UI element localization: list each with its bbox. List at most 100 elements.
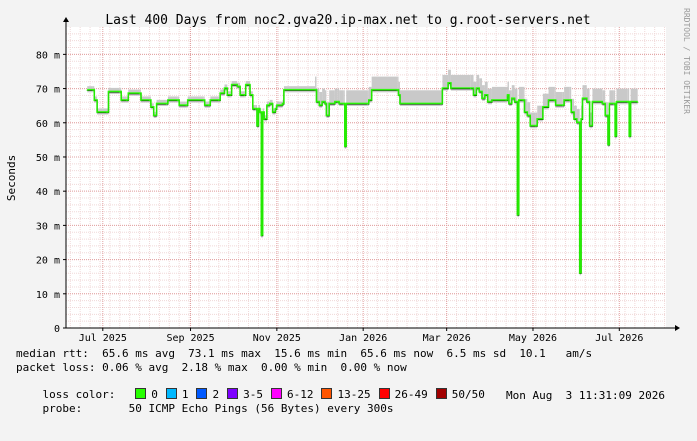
- median-rtt-point: [93, 99, 95, 102]
- median-rtt-point: [450, 87, 452, 90]
- median-rtt-point: [579, 272, 581, 274]
- median-rtt-point: [637, 101, 639, 103]
- median-rtt-point: [230, 84, 233, 86]
- median-rtt-point: [249, 94, 251, 97]
- median-rtt-point: [321, 101, 323, 103]
- median-rtt-point: [243, 94, 245, 97]
- y-tick-label: 70 m: [36, 85, 60, 96]
- median-rtt-point: [315, 101, 318, 103]
- median-rtt-point: [487, 101, 489, 103]
- median-rtt-point: [630, 101, 632, 103]
- median-rtt-point: [591, 101, 594, 103]
- median-rtt-point: [506, 94, 509, 97]
- median-rtt-point: [86, 89, 88, 91]
- x-tick-label: Jan 2026: [339, 333, 387, 344]
- median-rtt-point: [314, 89, 316, 91]
- y-tick-label: 20 m: [36, 256, 60, 267]
- x-axis-arrow: [675, 325, 680, 331]
- median-rtt-point: [325, 115, 327, 117]
- median-rtt-point: [178, 105, 180, 107]
- median-rtt-point: [219, 93, 221, 95]
- median-rtt-point: [202, 99, 204, 102]
- median-rtt-point: [484, 94, 486, 97]
- median-rtt-point: [187, 99, 189, 102]
- median-rtt-point: [523, 111, 526, 114]
- y-tick-label: 50 m: [36, 153, 60, 164]
- y-axis-arrow: [63, 17, 69, 22]
- probe-line: probe: 50 ICMP Echo Pings (56 Bytes) eve…: [16, 389, 681, 415]
- median-rtt-point: [569, 99, 571, 102]
- median-rtt-point: [276, 105, 278, 107]
- median-rtt-point: [155, 103, 158, 105]
- median-rtt-point: [260, 235, 262, 237]
- median-rtt-point: [138, 93, 141, 95]
- chart-title: Last 400 Days from noc2.gva20.ip-max.net…: [105, 13, 590, 28]
- y-tick-label: 80 m: [36, 50, 60, 61]
- median-rtt-point: [555, 105, 557, 107]
- median-rtt-point: [324, 103, 326, 105]
- median-rtt-point: [581, 98, 584, 100]
- median-rtt-point: [371, 89, 373, 91]
- median-rtt-point: [604, 115, 606, 117]
- median-rtt-point: [516, 214, 519, 216]
- median-rtt-point: [601, 103, 603, 105]
- median-rtt-point: [107, 91, 110, 93]
- y-tick-label: 10 m: [36, 290, 60, 301]
- median-rtt-point: [257, 108, 260, 110]
- median-rtt-point: [613, 103, 615, 105]
- median-rtt-point: [536, 118, 538, 120]
- median-rtt-point: [518, 99, 520, 102]
- median-rtt-point: [570, 111, 572, 114]
- median-rtt-point: [470, 87, 472, 90]
- median-rtt-point: [229, 94, 231, 97]
- median-rtt-point: [563, 99, 565, 102]
- median-rtt-point: [256, 125, 258, 127]
- y-tick-label: 60 m: [36, 119, 60, 130]
- loss-stats-line: packet loss: 0.06 % avg 2.18 % max 0.00 …: [16, 361, 407, 374]
- median-rtt-point: [399, 103, 401, 105]
- median-rtt-point: [615, 101, 618, 103]
- y-tick-label: 30 m: [36, 221, 60, 232]
- median-rtt-point: [252, 108, 254, 110]
- median-rtt-point: [580, 118, 582, 120]
- median-rtt-point: [153, 115, 155, 117]
- median-rtt-point: [226, 94, 228, 97]
- smokeping-graph: 0 10 m 20 m 30 m 40 m 50 m 60 m 70 m 80 m Jul 202…: [0, 0, 697, 415]
- median-rtt-point: [440, 103, 442, 105]
- median-rtt-point: [255, 108, 257, 110]
- median-rtt-point: [262, 111, 264, 114]
- median-rtt-point: [614, 135, 616, 138]
- median-rtt-point: [397, 94, 400, 97]
- median-rtt-point: [441, 87, 444, 90]
- rrdtool-credit: RRDTOOL / TOBI OETIKER: [682, 8, 691, 114]
- median-rtt-point: [607, 144, 609, 146]
- median-rtt-point: [223, 87, 226, 90]
- loss-color-legend: loss color: 0 1 2 3-5 6-12 13-25 26-49 50/50: [16, 375, 493, 401]
- median-rtt-point: [92, 89, 94, 91]
- x-tick-label: Jul 2026: [595, 333, 643, 344]
- median-rtt-point: [529, 125, 531, 127]
- median-rtt-point: [126, 99, 128, 102]
- x-tick-label: Nov 2025: [253, 333, 301, 344]
- median-rtt-point: [266, 105, 268, 107]
- median-rtt-point: [140, 99, 142, 102]
- y-axis-label: Seconds: [5, 155, 18, 201]
- median-rtt-point: [204, 105, 206, 107]
- median-rtt-point: [338, 103, 340, 105]
- median-rtt-point: [628, 135, 630, 138]
- median-rtt-point: [588, 125, 591, 127]
- median-rtt-point: [475, 87, 477, 90]
- median-rtt-point: [535, 125, 537, 127]
- median-rtt-point: [119, 91, 121, 93]
- median-rtt-point: [366, 103, 369, 105]
- median-rtt-point: [576, 122, 578, 124]
- median-rtt-point: [345, 103, 347, 105]
- median-rtt-point: [106, 111, 108, 114]
- median-rtt-point: [511, 98, 513, 100]
- median-rtt-point: [150, 106, 152, 108]
- x-tick-label: Sep 2025: [166, 333, 214, 344]
- median-rtt-point: [259, 111, 261, 114]
- x-tick-label: Jul 2025: [79, 333, 127, 344]
- x-tick-label: May 2026: [509, 333, 557, 344]
- median-rtt-point: [236, 86, 238, 88]
